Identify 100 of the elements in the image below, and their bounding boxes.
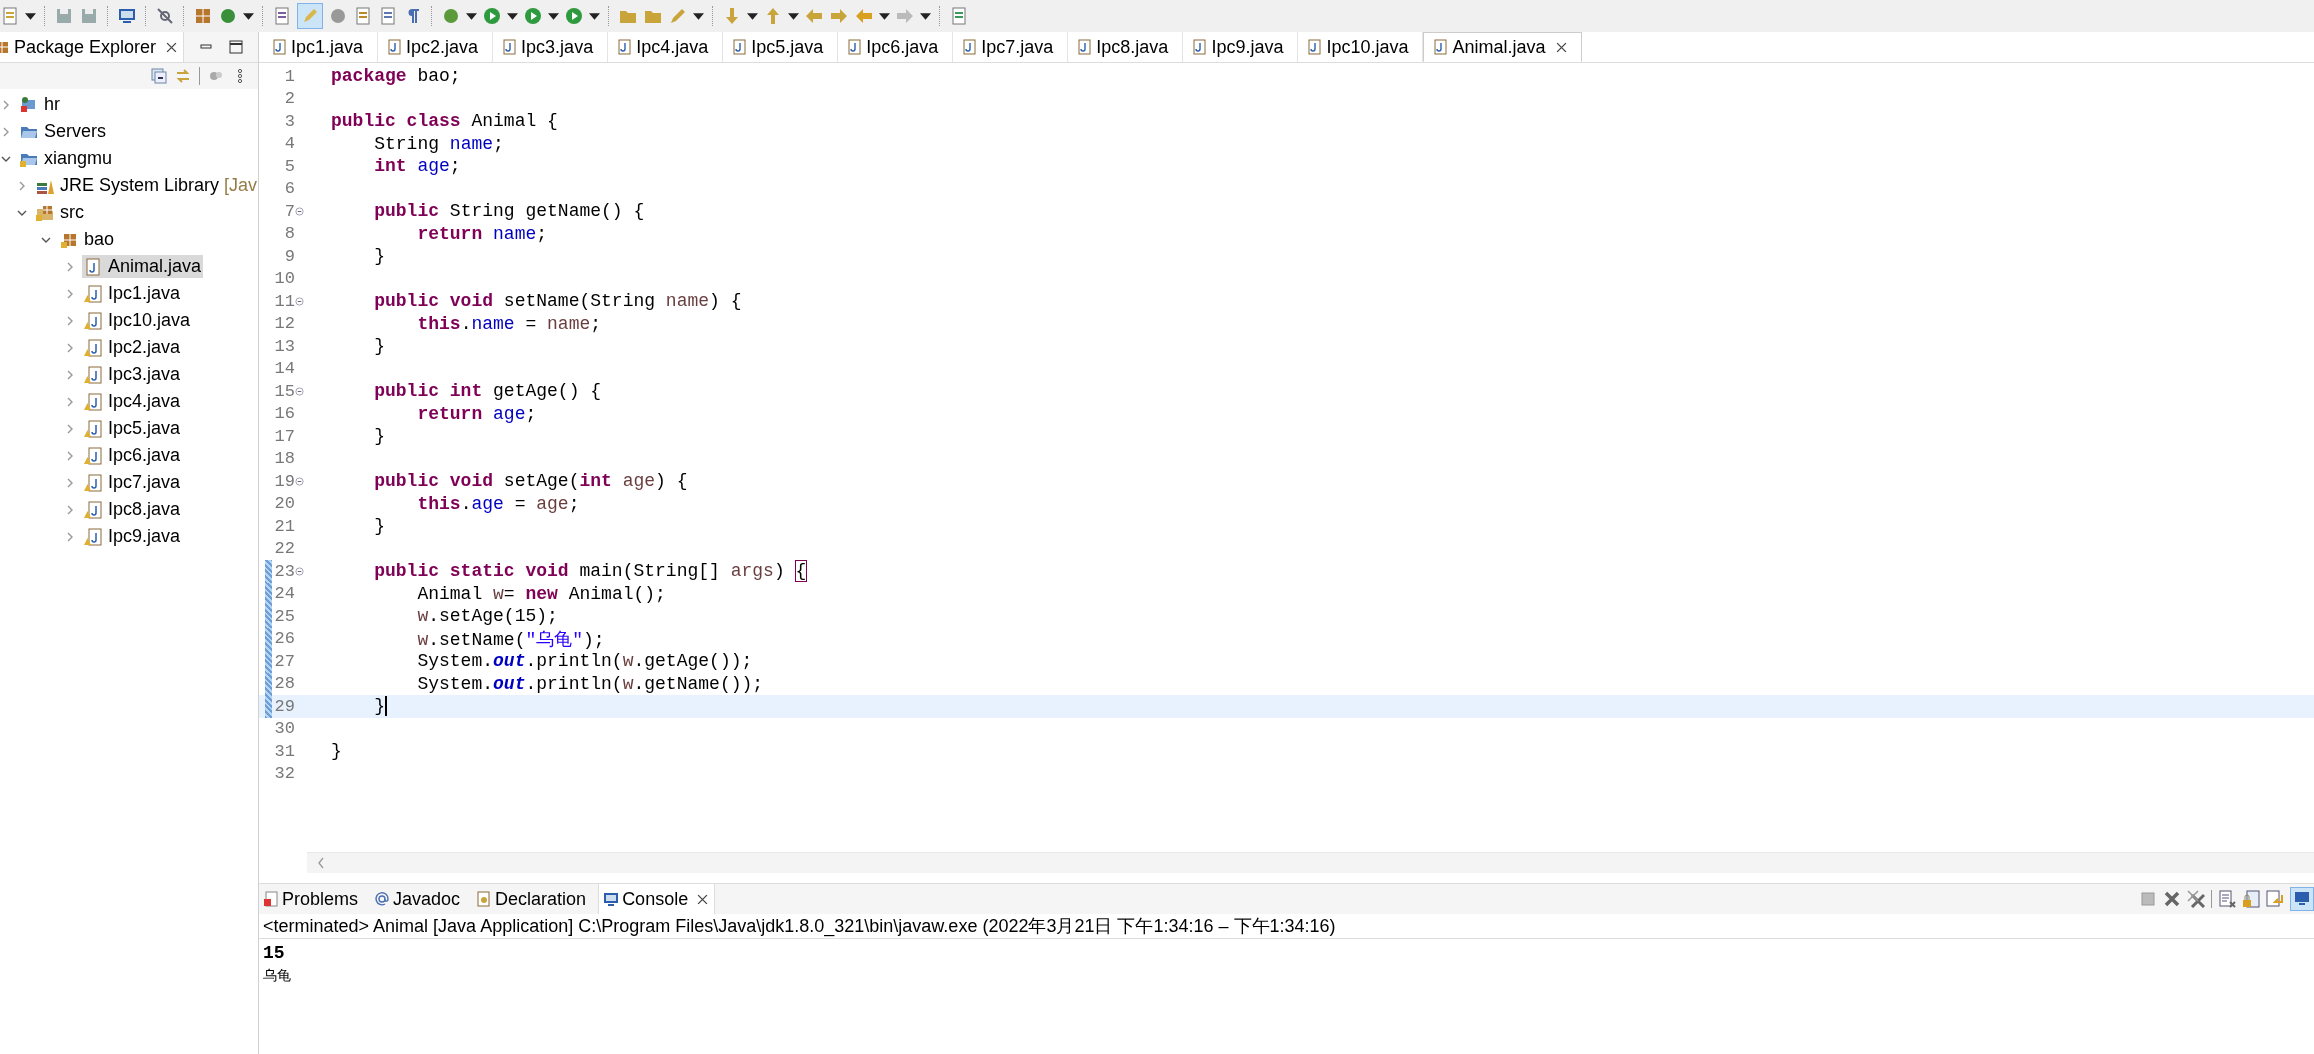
type-icon[interactable]: [272, 6, 292, 26]
tree-item[interactable]: Ipc5.java: [82, 417, 183, 440]
close-icon[interactable]: [697, 893, 709, 905]
code-line: }: [373, 336, 385, 357]
caret-icon[interactable]: [548, 12, 559, 20]
tree-item[interactable]: Servers: [18, 120, 108, 143]
tree-item[interactable]: Ipc4.java: [82, 390, 183, 413]
view-tab[interactable]: Package Explorer: [0, 32, 185, 62]
open-console-icon[interactable]: [949, 6, 969, 26]
editor-tab[interactable]: Ipc5.java: [723, 32, 839, 62]
clear-console-icon[interactable]: [2218, 890, 2236, 908]
scroll-left-icon[interactable]: [317, 857, 325, 869]
close-icon[interactable]: [166, 41, 178, 53]
java-file-icon: [616, 39, 633, 55]
link-icon[interactable]: [175, 68, 191, 84]
line-number: 3: [283, 111, 295, 131]
view-tab[interactable]: Declaration: [472, 884, 593, 914]
editor-tab[interactable]: Ipc4.java: [608, 32, 724, 62]
java-file-icon: [731, 39, 748, 55]
tree-item[interactable]: Ipc1.java: [82, 282, 183, 305]
tree-item[interactable]: Ipc3.java: [82, 363, 183, 386]
display-console-icon[interactable]: [2293, 890, 2311, 908]
fold-icon[interactable]: [295, 296, 304, 306]
save-all-icon[interactable]: [79, 6, 99, 26]
tree-item[interactable]: Ipc7.java: [82, 471, 183, 494]
line-number: 7: [283, 201, 295, 221]
code-line: return age;: [416, 403, 537, 424]
java-file-warning-icon: [84, 419, 102, 438]
code-line: public static void main(String[] args) {: [373, 561, 807, 582]
java-file-warning-icon: [84, 365, 102, 384]
editor-tab[interactable]: Ipc3.java: [493, 32, 609, 62]
tree-item[interactable]: src: [34, 201, 86, 224]
editor-tab[interactable]: Ipc1.java: [263, 32, 379, 62]
tab-label: Javadoc: [393, 888, 461, 910]
view-tab[interactable]: Problems: [259, 884, 365, 914]
editor-tab[interactable]: Ipc2.java: [378, 32, 494, 62]
caret-icon[interactable]: [466, 12, 477, 20]
fold-icon[interactable]: [295, 566, 304, 576]
terminate-icon[interactable]: [2139, 890, 2157, 908]
java-file-warning-icon: [84, 446, 102, 465]
tree-item[interactable]: Ipc8.java: [82, 498, 183, 521]
word-wrap-icon[interactable]: [2266, 890, 2284, 908]
fold-icon[interactable]: [295, 206, 304, 216]
view-tab[interactable]: Javadoc: [370, 884, 467, 914]
skip-breakpoints-icon[interactable]: [155, 6, 175, 26]
doc-icon[interactable]: [353, 6, 373, 26]
horizontal-scrollbar[interactable]: [307, 852, 2314, 873]
scroll-lock-icon[interactable]: [2242, 890, 2260, 908]
editor-tab[interactable]: Ipc8.java: [1068, 32, 1184, 62]
line-number: 6: [283, 179, 295, 199]
tree-item[interactable]: JRE System Library [Jav: [34, 174, 258, 197]
new-icon[interactable]: [0, 6, 20, 26]
tree-item[interactable]: xiangmu: [18, 147, 115, 170]
tree-item[interactable]: Ipc6.java: [82, 444, 183, 467]
close-icon[interactable]: [1555, 41, 1567, 53]
code-line: String name;: [373, 133, 504, 154]
editor-tab[interactable]: Ipc9.java: [1183, 32, 1299, 62]
caret-icon[interactable]: [879, 12, 890, 20]
java-file-icon: [1191, 39, 1208, 55]
tree-item[interactable]: Animal.java: [82, 255, 204, 278]
code-line: public void setName(String name) {: [373, 291, 742, 312]
remove-all-icon[interactable]: [2187, 890, 2205, 908]
terminal-icon[interactable]: [117, 6, 137, 26]
view-tab[interactable]: Console: [598, 884, 716, 914]
fold-icon[interactable]: [295, 386, 304, 396]
tree-item[interactable]: Ipc10.java: [82, 309, 193, 332]
line-number: 29: [273, 696, 295, 716]
caret-icon[interactable]: [693, 12, 704, 20]
tree-item[interactable]: bao: [58, 228, 117, 251]
editor-tab[interactable]: Animal.java: [1423, 32, 1582, 62]
package-icon[interactable]: [193, 6, 213, 26]
project-error-icon: [20, 95, 38, 114]
tree-label: Ipc1.java: [108, 283, 181, 304]
external-tool-icon[interactable]: [564, 6, 584, 26]
caret-icon[interactable]: [507, 12, 518, 20]
code-line: public int getAge() {: [373, 381, 602, 402]
java-file-warning-icon: [84, 473, 102, 492]
tree-label: Ipc2.java: [108, 337, 181, 358]
collapse-all-icon[interactable]: [151, 68, 167, 84]
maximize-icon[interactable]: [228, 39, 245, 55]
caret-icon[interactable]: [747, 12, 758, 20]
remove-icon[interactable]: [2163, 890, 2181, 908]
fold-icon[interactable]: [295, 476, 304, 486]
coverage-icon[interactable]: [523, 6, 543, 26]
tree-item[interactable]: Ipc9.java: [82, 525, 183, 548]
save-icon[interactable]: [54, 6, 74, 26]
forward-edit-icon[interactable]: [829, 6, 849, 26]
caret-icon[interactable]: [243, 12, 254, 20]
tree-item[interactable]: Ipc2.java: [82, 336, 183, 359]
run-icon[interactable]: [482, 6, 502, 26]
class-icon[interactable]: [218, 6, 238, 26]
caret-icon[interactable]: [589, 12, 600, 20]
caret-icon[interactable]: [25, 12, 36, 20]
editor-tab[interactable]: Ipc6.java: [838, 32, 954, 62]
caret-icon[interactable]: [920, 12, 931, 20]
block-icon[interactable]: [378, 6, 398, 26]
caret-icon[interactable]: [788, 12, 799, 20]
editor-tab[interactable]: Ipc7.java: [953, 32, 1069, 62]
tree-item[interactable]: hr: [18, 93, 62, 116]
line-number: 27: [273, 651, 295, 671]
